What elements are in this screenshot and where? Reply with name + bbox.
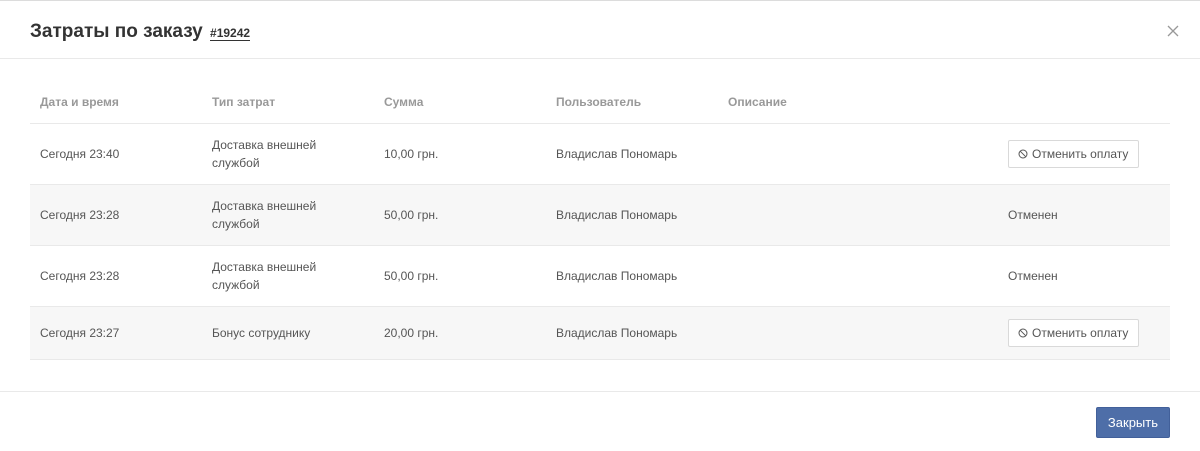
- ban-icon: [1018, 328, 1028, 338]
- row-amount: 10,00 грн.: [384, 147, 439, 161]
- row-date: Сегодня 23:27: [40, 326, 120, 340]
- row-user: Владислав Пономарь: [556, 326, 678, 340]
- column-header-description: Описание: [728, 95, 787, 109]
- table-row: Сегодня 23:28 Доставка внешней службой 5…: [30, 185, 1170, 246]
- close-button[interactable]: Закрыть: [1095, 407, 1170, 438]
- status-cancelled: Отменен: [1008, 269, 1058, 283]
- row-type: Доставка внешней службой: [212, 138, 317, 170]
- column-header-user: Пользователь: [556, 95, 642, 109]
- row-amount: 50,00 грн.: [384, 269, 439, 283]
- table-row: Сегодня 23:40 Доставка внешней службой 1…: [30, 124, 1170, 185]
- column-header-date: Дата и время: [40, 95, 119, 109]
- row-user: Владислав Пономарь: [556, 269, 678, 283]
- row-amount: 50,00 грн.: [384, 208, 439, 222]
- table-row: Сегодня 23:28 Доставка внешней службой 5…: [30, 246, 1170, 307]
- row-amount: 20,00 грн.: [384, 326, 439, 340]
- table-header: Дата и время Тип затрат Сумма Пользовате…: [30, 77, 1170, 124]
- order-number-link[interactable]: #19242: [210, 26, 251, 41]
- status-cancelled: Отменен: [1008, 208, 1058, 222]
- modal-title: Затраты по заказу #19242: [30, 21, 251, 43]
- cancel-payment-button[interactable]: Отменить оплату: [1008, 140, 1140, 168]
- row-user: Владислав Пономарь: [556, 147, 678, 161]
- cancel-payment-label: Отменить оплату: [1032, 326, 1129, 340]
- row-type: Доставка внешней службой: [212, 260, 317, 292]
- row-date: Сегодня 23:40: [40, 147, 120, 161]
- row-type: Доставка внешней службой: [212, 199, 317, 231]
- row-user: Владислав Пономарь: [556, 208, 678, 222]
- cancel-payment-button[interactable]: Отменить оплату: [1008, 319, 1140, 347]
- expenses-modal: Затраты по заказу #19242 Дата и время Ти…: [0, 0, 1200, 451]
- row-date: Сегодня 23:28: [40, 269, 120, 283]
- table-row: Сегодня 23:27 Бонус сотруднику 20,00 грн…: [30, 307, 1170, 360]
- modal-title-text: Затраты по заказу: [30, 21, 203, 42]
- expenses-table: Дата и время Тип затрат Сумма Пользовате…: [30, 77, 1170, 360]
- column-header-type: Тип затрат: [212, 95, 276, 109]
- row-type: Бонус сотруднику: [212, 326, 311, 340]
- column-header-amount: Сумма: [384, 95, 424, 109]
- close-icon[interactable]: [1166, 24, 1180, 38]
- row-date: Сегодня 23:28: [40, 208, 120, 222]
- modal-header: Затраты по заказу #19242: [0, 1, 1200, 59]
- ban-icon: [1018, 149, 1028, 159]
- modal-footer: Закрыть: [0, 391, 1200, 451]
- cancel-payment-label: Отменить оплату: [1032, 147, 1129, 161]
